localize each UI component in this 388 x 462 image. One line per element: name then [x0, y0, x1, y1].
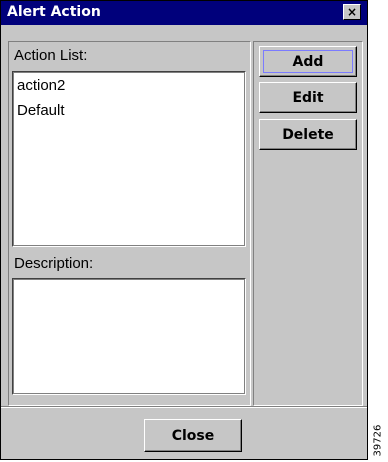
close-button-label: Close — [171, 428, 215, 444]
description-label: Description: — [14, 255, 94, 272]
edit-button-label: Edit — [292, 90, 324, 106]
add-button[interactable]: Add — [259, 46, 357, 77]
close-icon[interactable]: × — [343, 4, 361, 20]
title-bar[interactable]: Alert Action × — [1, 1, 367, 25]
description-field[interactable] — [12, 278, 246, 395]
figure-id: 39726 — [369, 408, 387, 460]
action-list-label: Action List: — [14, 47, 88, 64]
action-list[interactable]: action2 Default — [12, 71, 246, 247]
list-item[interactable]: Default — [17, 102, 65, 119]
left-panel: Action List: action2 Default Description… — [8, 41, 251, 406]
delete-button[interactable]: Delete — [259, 119, 357, 150]
list-item[interactable]: action2 — [17, 77, 65, 94]
edit-button[interactable]: Edit — [259, 82, 357, 113]
window-title: Alert Action — [7, 4, 101, 20]
right-panel: Add Edit Delete — [253, 41, 363, 406]
close-button[interactable]: Close — [144, 419, 242, 452]
figure-id-text: 39726 — [372, 424, 384, 457]
content-area: Action List: action2 Default Description… — [1, 25, 367, 406]
add-button-label: Add — [292, 54, 324, 70]
delete-button-label: Delete — [282, 127, 334, 143]
divider — [1, 406, 367, 408]
alert-action-dialog: Alert Action × Action List: action2 Defa… — [0, 0, 368, 460]
